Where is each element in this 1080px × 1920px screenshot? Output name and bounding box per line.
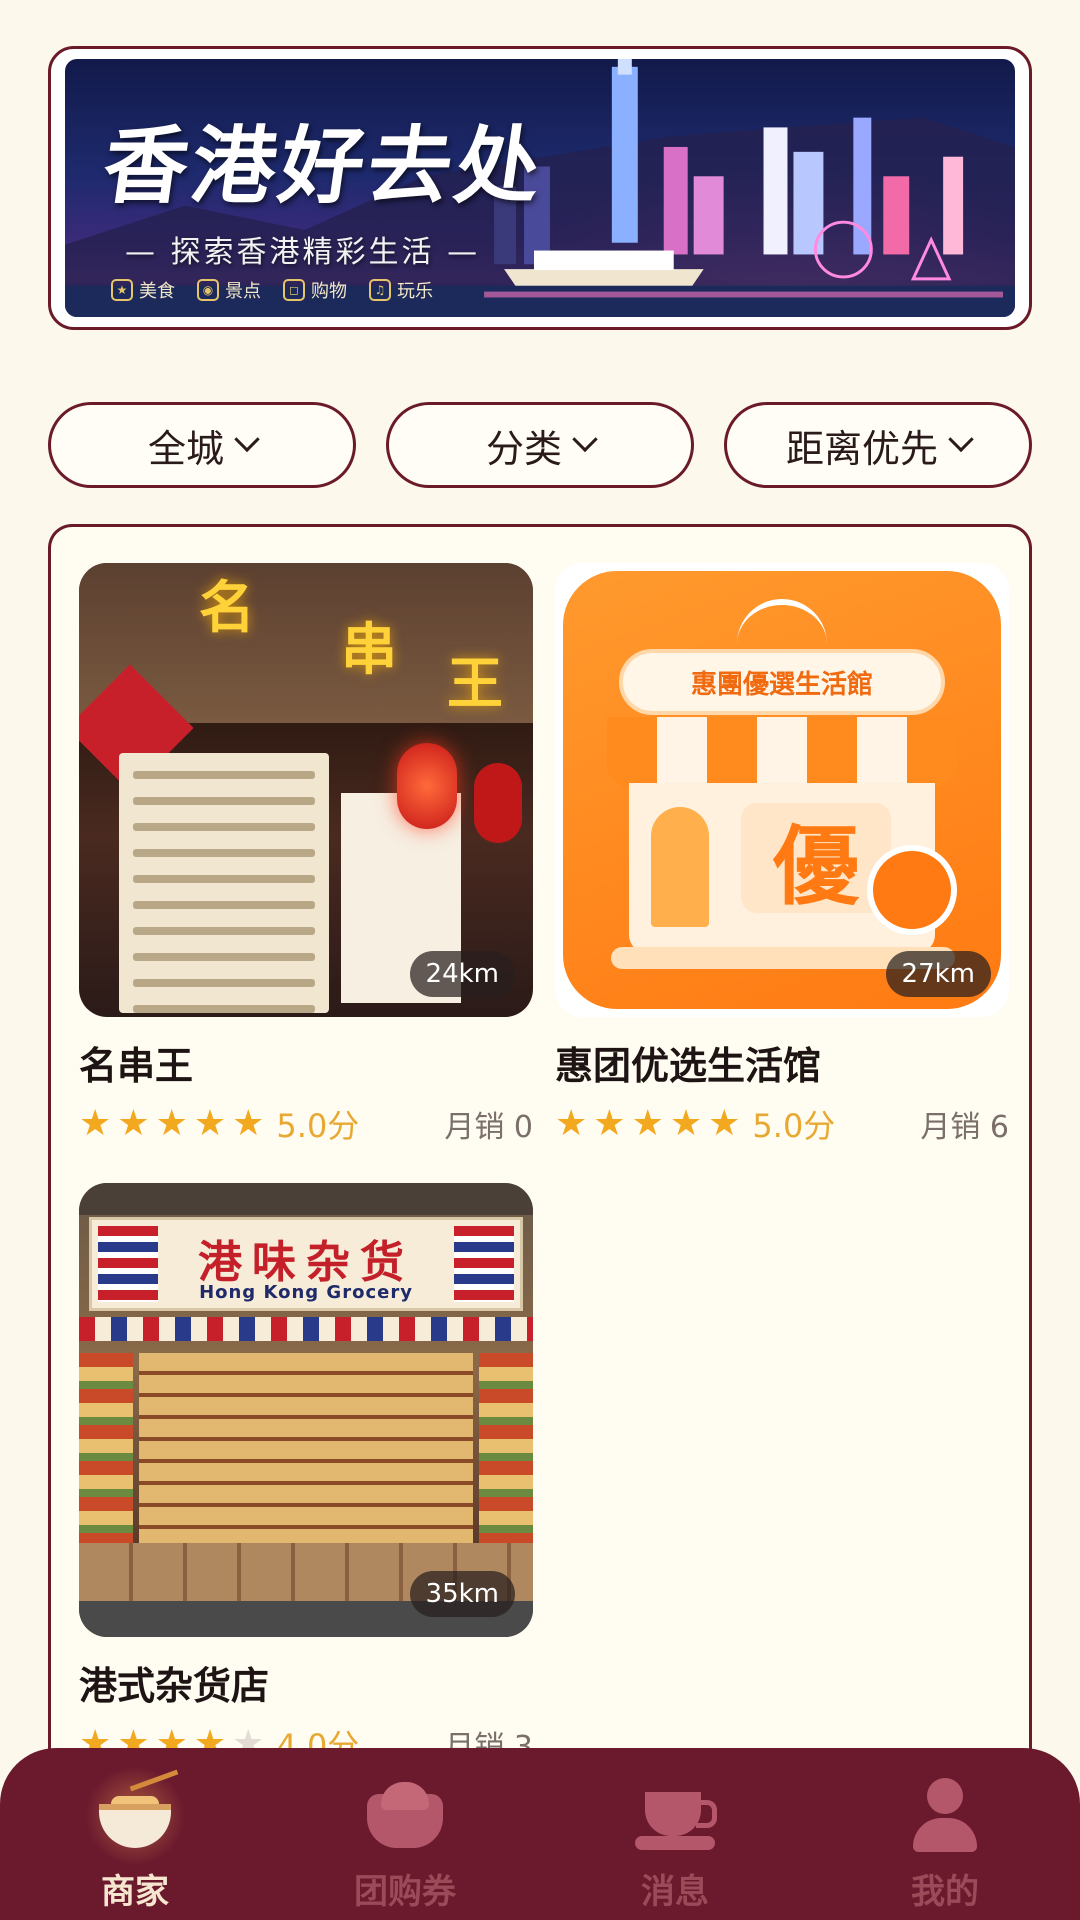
merchant-name: 惠团优选生活馆 (555, 1044, 822, 1088)
chevron-down-icon (948, 426, 974, 453)
banner-tag-label: 美食 (139, 281, 175, 302)
sign-chinese: 港味杂货 (198, 1237, 414, 1288)
filter-area-label: 全城 (147, 426, 224, 471)
menu-board (119, 753, 329, 1013)
banner-tag-label: 玩乐 (397, 281, 433, 302)
monthly-sales: 月销 0 (444, 1110, 533, 1145)
nav-label: 团购券 (354, 1872, 456, 1912)
monthly-sales: 月销 6 (920, 1110, 1009, 1145)
nav-label: 商家 (101, 1872, 169, 1912)
hk-banner[interactable]: 香港好去处 — 探索香港精彩生活 — ★ 美食 ◉ 景点 ◻ 购物 ♫ 玩乐 (48, 46, 1032, 330)
building-top (79, 1183, 533, 1215)
filter-bar: 全城 分类 距离优先 (48, 402, 1032, 488)
banner-tags: ★ 美食 ◉ 景点 ◻ 购物 ♫ 玩乐 (111, 277, 433, 303)
rating-stars: ★ ★ ★ ★ ★ 5.0分 (79, 1101, 359, 1147)
banner-title: 香港好去处 (97, 116, 552, 215)
merchant-meta: ★ ★ ★ ★ ★ 5.0分 月销 0 (79, 1102, 533, 1146)
fun-icon: ♫ (369, 279, 391, 301)
filter-sort-dropdown[interactable]: 距离优先 (724, 402, 1032, 488)
banner-tag-label: 景点 (225, 281, 261, 302)
coupon-ticket-icon (867, 845, 957, 935)
nav-tab-merchants[interactable]: 商家 (35, 1768, 235, 1913)
awning-decor (79, 1317, 533, 1341)
merchant-name: 港式杂货店 (79, 1664, 270, 1708)
star-icon: ★ (669, 1103, 703, 1144)
banner-tag-shopping: ◻ 购物 (283, 277, 347, 303)
sign-english: Hong Kong Grocery (199, 1282, 413, 1303)
merchant-thumbnail: 名 串 王 24km (79, 563, 533, 1017)
sights-icon: ◉ (197, 279, 219, 301)
star-icon: ★ (155, 1103, 188, 1144)
star-icon: ★ (117, 1103, 150, 1144)
sign-char: 名 (199, 576, 255, 641)
door-decor (651, 807, 709, 927)
lantern-decor (474, 763, 522, 843)
merchant-thumbnail: 惠團優選生活館 優 27km (555, 563, 1009, 1017)
distance-badge: 35km (409, 1571, 515, 1617)
distance-badge: 27km (885, 951, 991, 997)
star-icon: ★ (79, 1103, 112, 1144)
filter-sort-label: 距离优先 (785, 426, 938, 471)
banner-tag-food: ★ 美食 (111, 277, 175, 303)
merchant-thumbnail: 港味杂货 Hong Kong Grocery 35km (79, 1183, 533, 1637)
star-icon: ★ (232, 1103, 265, 1144)
awning-decor (607, 717, 957, 787)
banner-image: 香港好去处 — 探索香港精彩生活 — ★ 美食 ◉ 景点 ◻ 购物 ♫ 玩乐 (65, 59, 1015, 317)
merchant-meta: ★ ★ ★ ★ ★ 5.0分 月销 6 (555, 1102, 1009, 1146)
chevron-down-icon (234, 426, 260, 453)
nav-label: 消息 (641, 1872, 709, 1912)
sign-char: 王 (447, 652, 503, 717)
filter-area-dropdown[interactable]: 全城 (48, 402, 356, 488)
star-icon: ★ (555, 1103, 588, 1144)
shopping-bag-icon: ◻ (283, 279, 305, 301)
rating-score: 5.0分 (752, 1107, 836, 1145)
nav-tab-profile[interactable]: 我的 (845, 1774, 1045, 1913)
merchant-card[interactable]: 港味杂货 Hong Kong Grocery 35km 港式杂货店 ★ ★ ★ … (79, 1183, 533, 1766)
shop-shelves (139, 1353, 473, 1543)
nav-label: 我的 (911, 1872, 979, 1912)
star-icon: ★ (193, 1103, 227, 1144)
rating-stars: ★ ★ ★ ★ ★ 5.0分 (555, 1101, 835, 1147)
star-icon: ★ (708, 1103, 741, 1144)
steamer-bun-icon (359, 1774, 451, 1858)
person-icon (899, 1774, 991, 1858)
sign-char: 串 (341, 618, 397, 683)
star-icon: ★ (593, 1103, 626, 1144)
nav-tab-coupons[interactable]: 团购券 (305, 1774, 505, 1913)
merchant-card[interactable]: 名 串 王 24km 名串王 ★ ★ ★ ★ ★ 5.0分 月销 0 (79, 563, 533, 1146)
noodle-bowl-icon (83, 1768, 187, 1864)
icon-banner-label: 惠團優選生活館 (619, 649, 945, 715)
banner-tag-sights: ◉ 景点 (197, 277, 261, 303)
distance-badge: 24km (409, 951, 515, 997)
merchant-card[interactable]: 惠團優選生活館 優 27km 惠团优选生活馆 ★ ★ ★ ★ ★ 5.0分 月销… (555, 563, 1009, 1146)
banner-tag-fun: ♫ 玩乐 (369, 277, 433, 303)
storefront-sign: 港味杂货 Hong Kong Grocery (89, 1217, 523, 1311)
rating-score: 5.0分 (276, 1107, 360, 1145)
star-icon: ★ (631, 1103, 664, 1144)
chevron-down-icon (572, 426, 598, 453)
food-icon: ★ (111, 279, 133, 301)
banner-subtitle: — 探索香港精彩生活 — (125, 235, 481, 270)
filter-category-label: 分类 (485, 426, 562, 471)
bottom-nav: 商家 团购券 消息 我的 (0, 1748, 1080, 1920)
lantern-decor (397, 743, 457, 829)
banner-tag-label: 购物 (311, 281, 347, 302)
merchant-list: 名 串 王 24km 名串王 ★ ★ ★ ★ ★ 5.0分 月销 0 惠團優選生… (48, 524, 1032, 1920)
filter-category-dropdown[interactable]: 分类 (386, 402, 694, 488)
merchant-name: 名串王 (79, 1044, 194, 1088)
nav-tab-messages[interactable]: 消息 (575, 1774, 775, 1913)
tea-cup-icon (629, 1774, 721, 1858)
